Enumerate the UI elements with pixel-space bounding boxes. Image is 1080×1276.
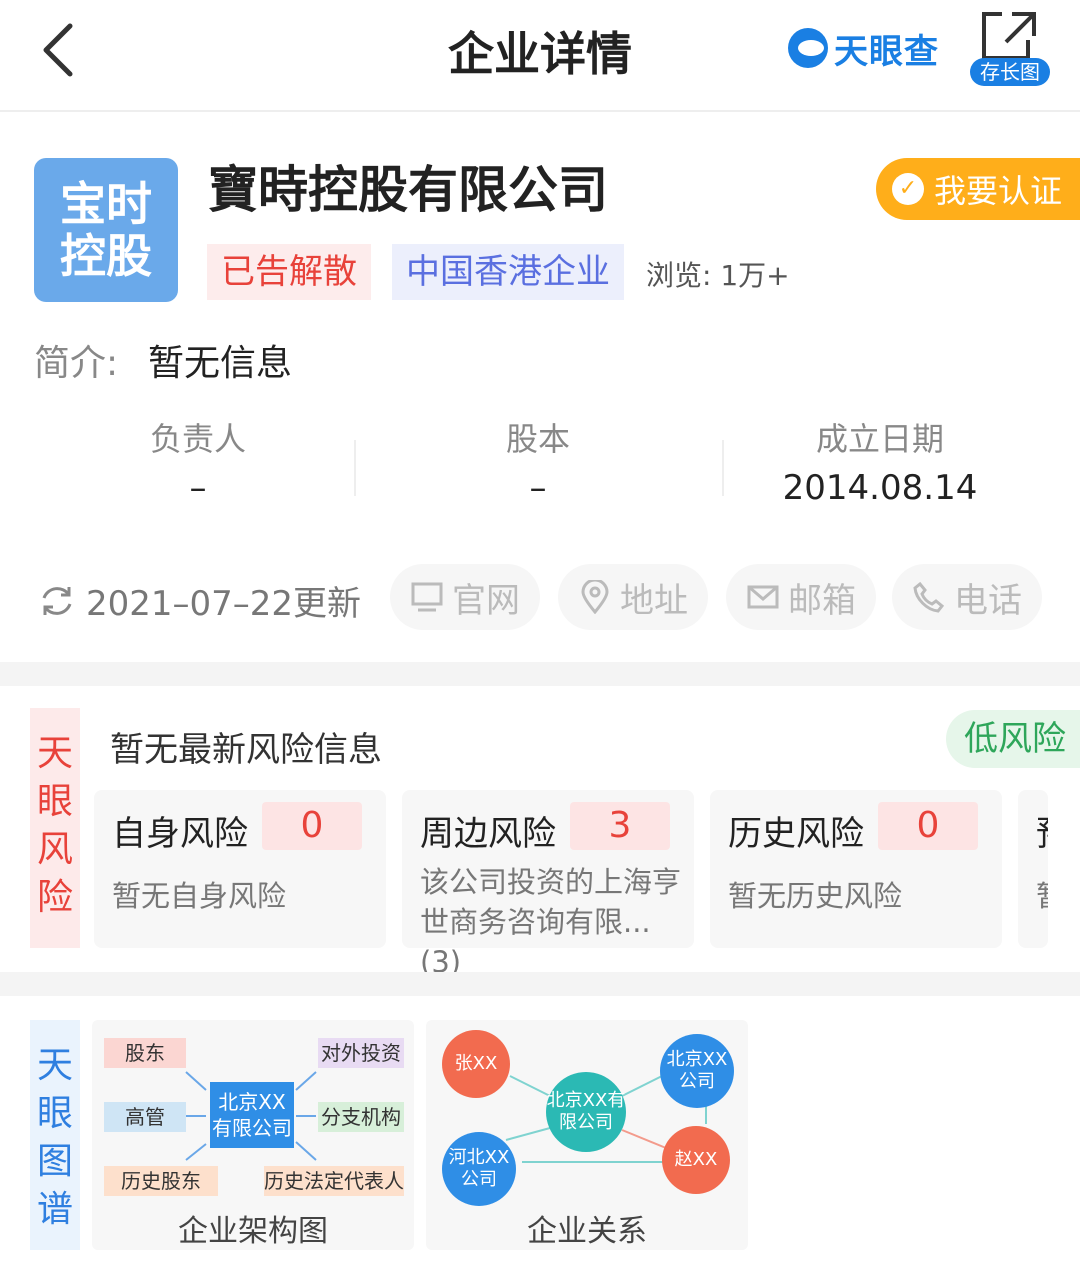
- company-logo: 宝时 控股: [34, 158, 178, 302]
- region-badge: 中国香港企业: [392, 244, 624, 300]
- map-section-label: 天眼图谱: [30, 1020, 80, 1250]
- stat-label-legal-person: 负责人: [149, 420, 246, 458]
- risk-card-title: 预: [1036, 806, 1048, 855]
- intro-label: 简介:: [34, 343, 119, 384]
- risk-card-nearby[interactable]: 周边风险 3 该公司投资的上海亨世商务咨询有限...(3): [402, 790, 694, 979]
- node-investment: 对外投资: [318, 1038, 404, 1068]
- node-former-shareholder: 历史股东: [104, 1166, 218, 1196]
- section-separator: [0, 662, 1080, 686]
- risk-card-count: 0: [262, 802, 362, 850]
- risk-card-count: 0: [878, 802, 978, 850]
- check-badge-icon: ✓: [892, 173, 924, 205]
- monitor-icon: [411, 582, 443, 612]
- save-long-image-button[interactable]: 存长图: [970, 58, 1050, 86]
- email-label: 邮箱: [788, 580, 856, 621]
- stat-value-legal-person: –: [189, 468, 207, 508]
- view-count: 浏览: 1万+: [646, 259, 790, 292]
- company-logo-line1: 宝时: [60, 177, 152, 231]
- email-button[interactable]: 邮箱: [726, 564, 876, 630]
- risk-card-desc: 暂无自身风险: [112, 879, 287, 913]
- risk-level-badge[interactable]: 低风险: [946, 710, 1080, 768]
- address-button[interactable]: 地址: [558, 564, 708, 630]
- risk-card-count: 3: [570, 802, 670, 850]
- company-logo-line2: 控股: [60, 229, 152, 283]
- share-icon[interactable]: [978, 8, 1040, 64]
- refresh-icon: [42, 586, 72, 615]
- phone-button[interactable]: 电话: [892, 564, 1042, 630]
- phone-label: 电话: [954, 580, 1022, 621]
- divider: [722, 440, 724, 496]
- brand-eye-icon: [788, 28, 828, 68]
- structure-map-caption: 企业架构图: [178, 1214, 328, 1249]
- update-info: 2021–07–22更新: [38, 576, 361, 625]
- verify-label: 我要认证: [934, 172, 1063, 210]
- address-label: 地址: [620, 580, 688, 621]
- node-person-zhao: 赵XX: [662, 1126, 730, 1194]
- node-former-legal-rep: 历史法定代表人: [264, 1166, 404, 1196]
- node-branch: 分支机构: [318, 1102, 404, 1132]
- risk-card-title: 历史风险: [728, 814, 864, 854]
- risk-card-self[interactable]: 自身风险 0 暂无自身风险: [94, 790, 386, 948]
- verify-button[interactable]: ✓ 我要认证: [876, 158, 1080, 220]
- stat-label-founded: 成立日期: [815, 420, 944, 458]
- website-button[interactable]: 官网: [390, 564, 540, 630]
- intro-value: 暂无信息: [148, 343, 293, 384]
- relation-map-card[interactable]: 张XX 北京XX有限公司 北京XX公司 河北XX公司 赵XX 企业关系: [426, 1020, 748, 1250]
- brand-name: 天眼查: [834, 31, 939, 72]
- stat-label-capital: 股本: [505, 420, 570, 458]
- risk-card-desc: 暂无历史风险: [728, 879, 903, 913]
- stat-value-founded: 2014.08.14: [782, 468, 978, 508]
- risk-card-history[interactable]: 历史风险 0 暂无历史风险: [710, 790, 1002, 948]
- mail-icon: [747, 585, 779, 609]
- node-beijing-company: 北京XX公司: [660, 1034, 734, 1108]
- risk-card-title: 周边风险: [420, 814, 556, 854]
- phone-icon: [913, 581, 945, 613]
- node-hebei-company: 河北XX公司: [442, 1132, 516, 1206]
- update-date: 2021–07–22更新: [86, 584, 362, 624]
- relation-map-caption: 企业关系: [527, 1214, 647, 1249]
- brand-logo: 天眼查: [788, 26, 939, 72]
- location-pin-icon: [581, 580, 609, 614]
- node-center-company: 北京XX有限公司: [210, 1082, 294, 1148]
- website-label: 官网: [452, 580, 520, 621]
- node-person-zhang: 张XX: [442, 1030, 510, 1098]
- risk-card-desc: 该公司投资的上海亨世商务咨询有限...(3): [420, 865, 682, 979]
- company-name: 寶時控股有限公司: [208, 161, 608, 219]
- risk-section-label: 天眼风险: [30, 708, 80, 948]
- risk-card-partial[interactable]: 预 暂: [1018, 790, 1048, 948]
- structure-map-card[interactable]: 股东 高管 历史股东 对外投资 分支机构 历史法定代表人 北京XX有限公司 企业…: [92, 1020, 414, 1250]
- stat-value-capital: –: [529, 468, 547, 508]
- section-separator: [0, 972, 1080, 996]
- top-bar: 企业详情 天眼查 存长图: [0, 0, 1080, 112]
- node-shareholder: 股东: [104, 1038, 186, 1068]
- risk-card-desc: 暂: [1036, 876, 1048, 916]
- divider: [354, 440, 356, 496]
- risk-card-title: 自身风险: [112, 814, 248, 854]
- risk-title: 暂无最新风险信息: [110, 730, 382, 770]
- node-executive: 高管: [104, 1102, 186, 1132]
- status-badge: 已告解散: [207, 244, 371, 300]
- node-center-company: 北京XX有限公司: [546, 1072, 626, 1152]
